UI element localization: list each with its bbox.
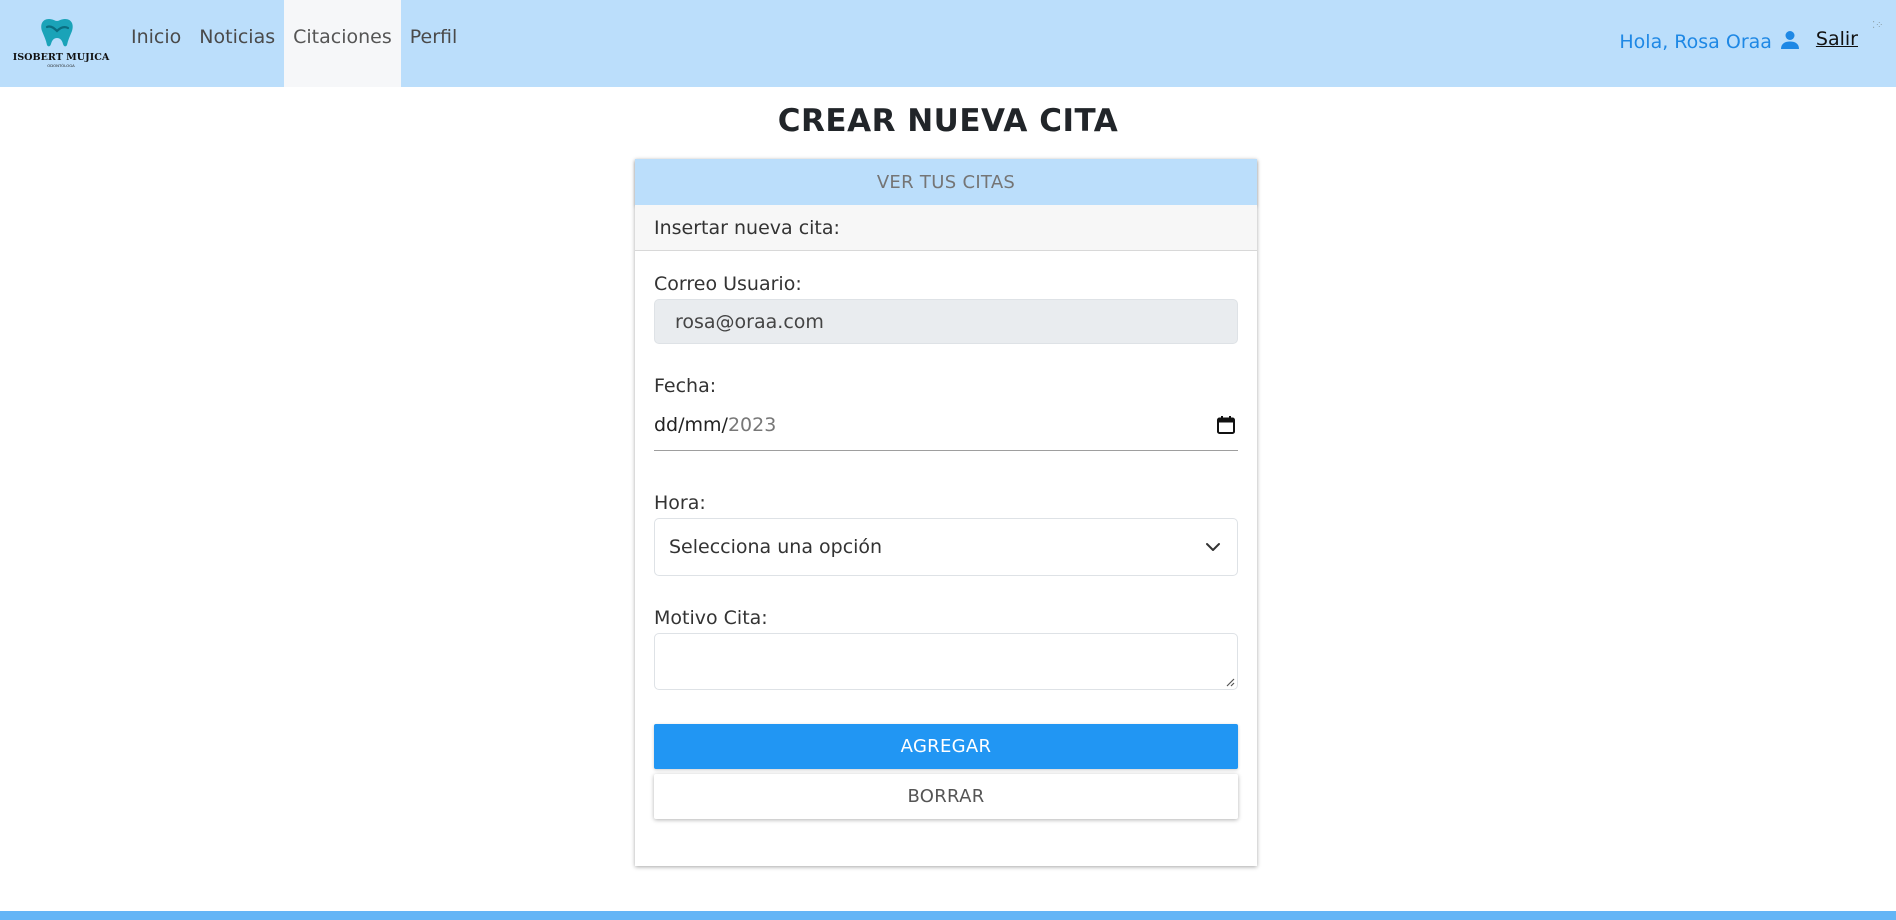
appointment-card: VER TUS CITAS Insertar nueva cita: Corre… [635, 159, 1257, 866]
date-label: Fecha: [654, 375, 717, 397]
add-button[interactable]: AGREGAR [654, 724, 1238, 769]
date-input[interactable]: dd/mm/2023 [654, 414, 1238, 451]
footer-bar [0, 911, 1896, 920]
reason-textarea[interactable] [654, 633, 1238, 690]
user-greeting: Hola, Rosa Oraa [1619, 31, 1772, 53]
user-icon [1780, 31, 1799, 49]
email-field[interactable]: rosa@oraa.com [654, 299, 1238, 344]
hour-selected-value: Selecciona una opción [669, 536, 883, 558]
nav-links: Inicio Noticias Citaciones Perfil [122, 0, 466, 87]
loading-dots-icon: ⁚⁘ [1872, 20, 1884, 31]
email-label: Correo Usuario: [654, 273, 802, 295]
view-appointments-button[interactable]: VER TUS CITAS [635, 159, 1257, 205]
brand-name: ISOBERT MUJICA [13, 52, 110, 63]
brand-subtitle: ODONTÓLOGA [47, 63, 75, 68]
card-header: Insertar nueva cita: [635, 205, 1257, 251]
user-area: Hola, Rosa Oraa Salir ⁚⁘ [1619, 0, 1896, 87]
brand-logo[interactable]: ISOBERT MUJICA ODONTÓLOGA [0, 0, 122, 87]
appointment-form: Correo Usuario: rosa@oraa.com Fecha: dd/… [635, 273, 1257, 819]
nav-item-noticias[interactable]: Noticias [190, 0, 284, 87]
nav-item-citaciones[interactable]: Citaciones [284, 0, 401, 87]
logout-link[interactable]: Salir [1816, 28, 1858, 50]
nav-item-inicio[interactable]: Inicio [122, 0, 190, 87]
reason-label: Motivo Cita: [654, 607, 768, 629]
hour-select[interactable]: Selecciona una opción [654, 518, 1238, 576]
email-value: rosa@oraa.com [675, 310, 824, 333]
hour-label: Hora: [654, 492, 706, 514]
clear-button[interactable]: BORRAR [654, 774, 1238, 819]
tooth-logo-icon: ISOBERT MUJICA ODONTÓLOGA [13, 18, 110, 68]
date-year: 2023 [727, 414, 777, 436]
top-navbar: ISOBERT MUJICA ODONTÓLOGA Inicio Noticia… [0, 0, 1896, 87]
chevron-down-icon [1206, 543, 1220, 551]
date-mask: dd/mm/ [654, 414, 728, 436]
page-title: CREAR NUEVA CITA [777, 103, 1119, 139]
calendar-icon[interactable] [1216, 415, 1236, 435]
nav-item-perfil[interactable]: Perfil [401, 0, 467, 87]
resize-grip-icon[interactable] [1225, 677, 1235, 687]
